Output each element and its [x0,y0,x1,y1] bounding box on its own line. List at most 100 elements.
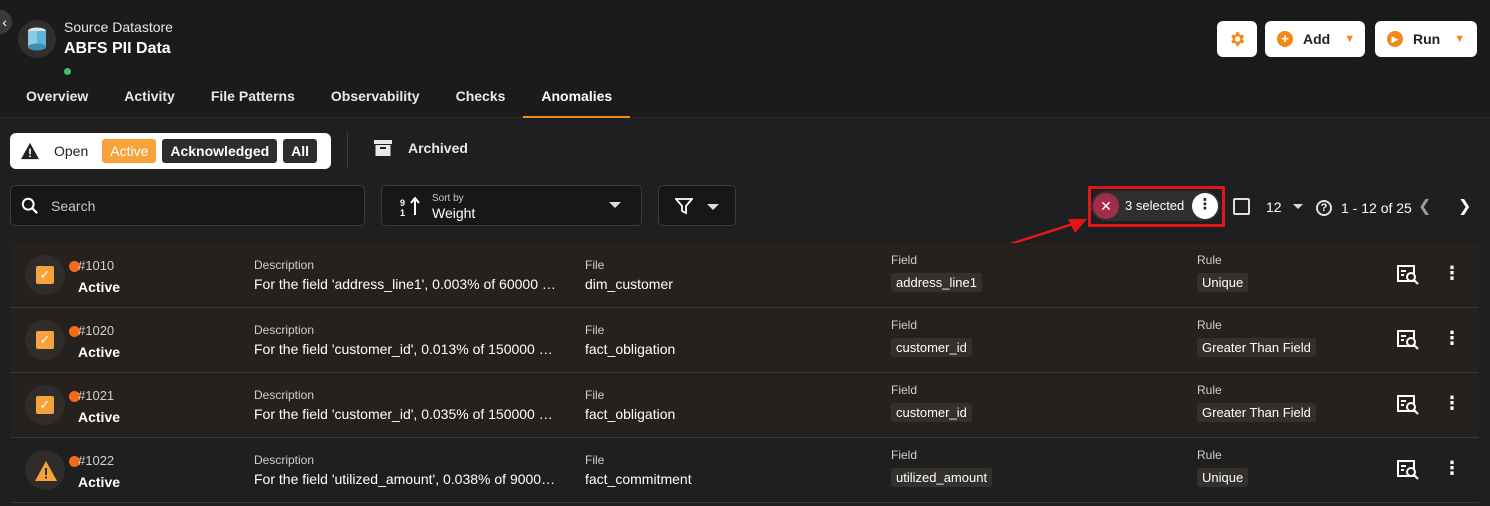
inspect-icon[interactable] [1397,330,1419,350]
anomaly-file: dim_customer [585,276,673,292]
search-input[interactable] [51,197,331,214]
sort-icon: 9 1 [400,197,420,217]
anomaly-id: #1021 [78,388,115,403]
tab-file-patterns[interactable]: File Patterns [193,78,313,118]
row-status-icon: ✓ [25,255,80,295]
status-acknowledged-chip[interactable]: Acknowledged [162,139,278,163]
anomaly-field-tag: customer_id [891,403,972,422]
tab-bar: Overview Activity File Patterns Observab… [8,78,631,118]
help-icon[interactable]: ? [1316,200,1332,216]
filter-button[interactable] [658,185,736,226]
anomaly-description: For the field 'address_line1', 0.003% of… [254,276,557,292]
field-label: Field [891,253,918,267]
pagination-range: 1 - 12 of 25 [1341,200,1412,216]
filter-icon [675,198,693,215]
rule-label: Rule [1197,448,1222,462]
gear-icon [1231,32,1245,46]
field-label: Field [891,318,918,332]
anomaly-id: #1010 [78,258,115,273]
run-button-label: Run [1413,31,1441,47]
run-button[interactable]: ▶ Run ▼ [1375,21,1477,57]
caret-down-icon [609,202,621,208]
page-size-select[interactable]: 12 [1266,199,1282,215]
field-label: Field [891,448,918,462]
tab-anomalies[interactable]: Anomalies [523,78,631,118]
datastore-icon [18,20,73,77]
anomaly-rule-tag: Greater Than Field [1197,403,1316,422]
rule-label: Rule [1197,253,1222,267]
row-more-icon[interactable]: ⋮ [1443,393,1461,414]
search-icon [21,197,38,214]
anomaly-row[interactable]: ✓ #1021 Active Description For the field… [11,373,1479,438]
inspect-icon[interactable] [1397,395,1419,415]
status-all-chip[interactable]: All [283,139,318,163]
next-page-button[interactable]: ❯ [1458,196,1471,216]
inspect-icon[interactable] [1397,460,1419,480]
anomaly-field-tag: address_line1 [891,273,982,292]
anomaly-rule-tag: Greater Than Field [1197,338,1316,357]
datastore-type-label: Source Datastore [64,19,173,35]
anomaly-row[interactable]: ✓ #1020 Active Description For the field… [11,308,1479,373]
back-button[interactable]: ‹ [0,10,12,34]
anomaly-description: For the field 'customer_id', 0.035% of 1… [254,406,557,422]
page-header: ‹ Source Datastore ABFS PII Data + Add ▼… [0,0,1490,118]
divider [347,132,348,168]
description-label: Description [254,453,315,467]
svg-text:9: 9 [400,198,405,208]
row-more-icon[interactable]: ⋮ [1443,328,1461,349]
connection-status-dot [62,66,73,77]
warning-icon [21,142,39,160]
field-label: Field [891,383,918,397]
anomaly-id: #1022 [78,453,115,468]
datastore-title: ABFS PII Data [64,40,171,57]
tab-observability[interactable]: Observability [313,78,438,118]
status-open-label: Open [54,143,89,159]
row-checkbox-checked[interactable]: ✓ [36,266,54,284]
tab-activity[interactable]: Activity [106,78,193,118]
settings-button[interactable] [1217,21,1257,57]
row-checkbox-checked[interactable]: ✓ [36,331,54,349]
sort-value: Weight [432,205,476,221]
anomaly-status: Active [78,279,121,295]
anomaly-status: Active [78,409,121,425]
search-box [10,185,365,226]
description-label: Description [254,388,315,402]
anomaly-row[interactable]: ✓ #1010 Active Description For the field… [11,243,1479,308]
plus-icon: + [1277,31,1293,47]
add-button[interactable]: + Add ▼ [1265,21,1365,57]
anomaly-rule-tag: Unique [1197,273,1249,292]
row-more-icon[interactable]: ⋮ [1443,263,1461,284]
sort-dropdown[interactable]: 9 1 Sort by Weight [381,185,642,226]
file-label: File [585,388,605,402]
anomaly-file: fact_obligation [585,341,676,357]
anomaly-field-tag: customer_id [891,338,972,357]
add-button-label: Add [1303,31,1331,47]
row-more-icon[interactable]: ⋮ [1443,458,1461,479]
tab-overview[interactable]: Overview [8,78,106,118]
archived-filter[interactable]: Archived [374,140,468,156]
anomaly-row[interactable]: #1022 Active Description For the field '… [11,438,1479,503]
select-all-checkbox[interactable] [1233,198,1250,215]
description-label: Description [254,258,315,272]
caret-down-icon [1293,204,1303,209]
row-status-icon: ✓ [25,385,80,425]
anomaly-id: #1020 [78,323,115,338]
warning-icon [35,461,57,481]
sort-caption: Sort by [432,193,464,204]
rule-label: Rule [1197,318,1222,332]
previous-page-button[interactable]: ❮ [1418,196,1431,216]
archived-label: Archived [408,140,468,156]
file-label: File [585,453,605,467]
anomaly-field-tag: utilized_amount [891,468,993,487]
inspect-icon[interactable] [1397,265,1419,285]
annotation-highlight-box [1088,186,1225,227]
anomalies-panel: Open Active Acknowledged All Archived 9 … [0,118,1490,506]
anomaly-status: Active [78,474,121,490]
file-label: File [585,258,605,272]
anomaly-description: For the field 'utilized_amount', 0.038% … [254,471,557,487]
tab-checks[interactable]: Checks [438,78,524,118]
file-label: File [585,323,605,337]
anomaly-description: For the field 'customer_id', 0.013% of 1… [254,341,557,357]
status-active-chip[interactable]: Active [102,139,157,163]
row-checkbox-checked[interactable]: ✓ [36,396,54,414]
